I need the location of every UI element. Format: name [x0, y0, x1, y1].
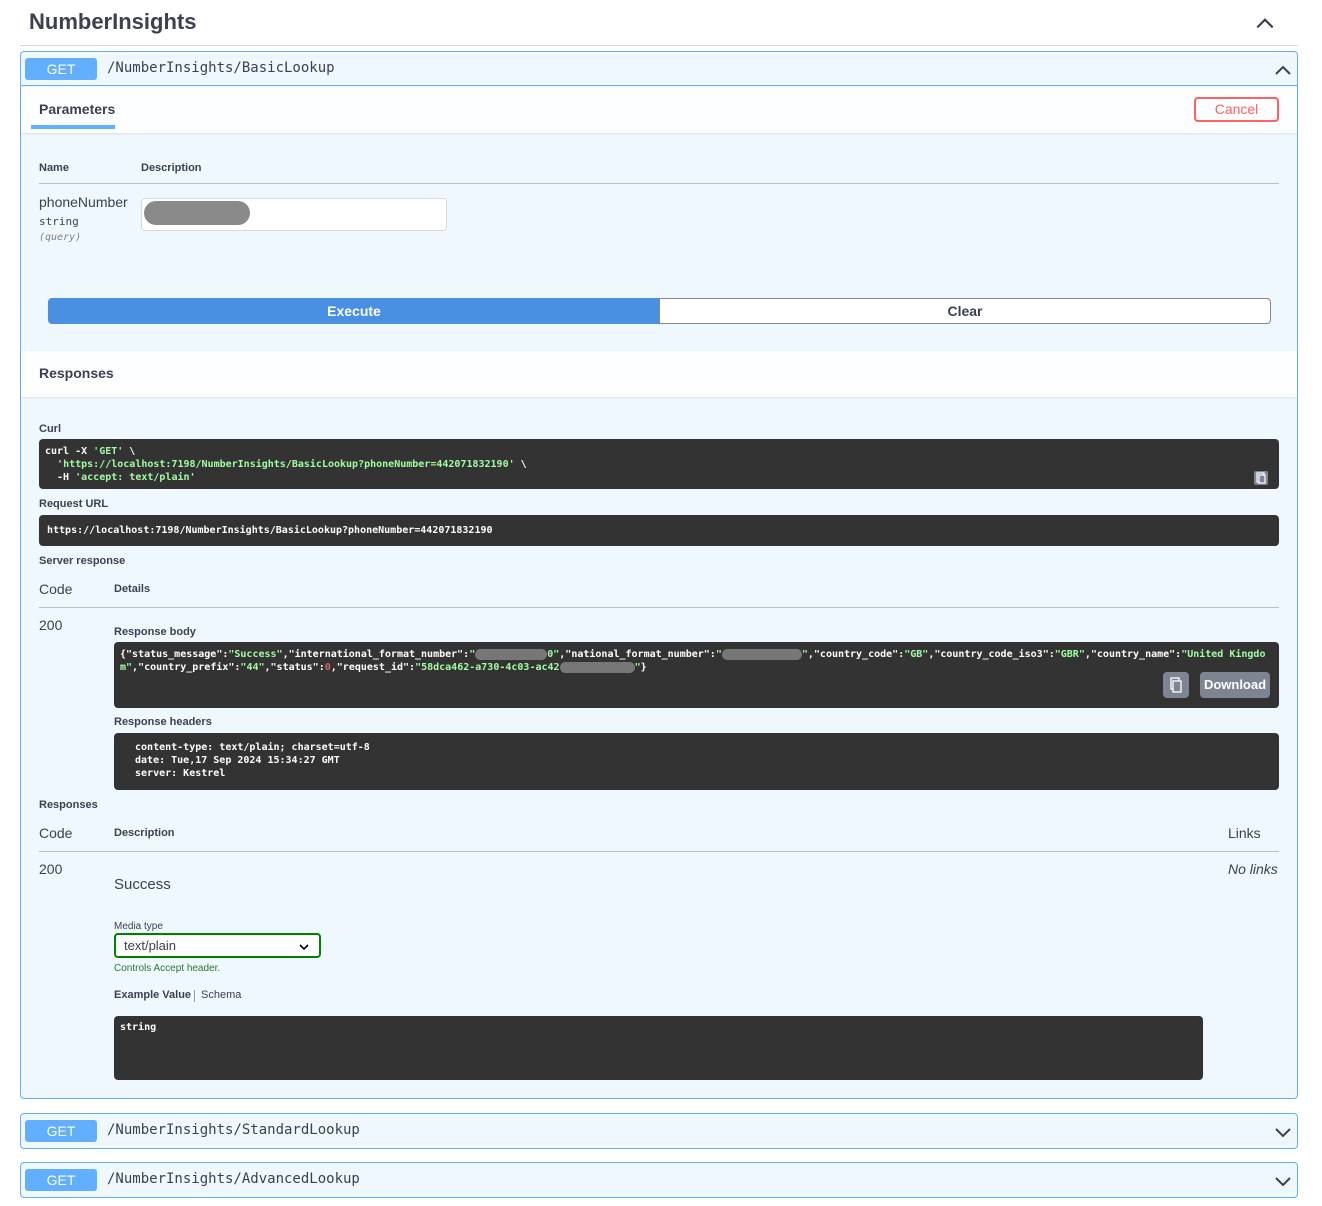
operation-path: /NumberInsights/AdvancedLookup	[107, 1171, 360, 1187]
tag-title: NumberInsights	[29, 9, 197, 34]
tab-separator	[194, 990, 195, 1002]
tab-parameters[interactable]: Parameters	[39, 101, 115, 117]
redacted-value	[144, 201, 250, 225]
no-links-text: No links	[1228, 861, 1278, 877]
opblock-summary[interactable]: GET /NumberInsights/BasicLookup	[21, 52, 1297, 86]
response-body-label: Response body	[114, 626, 196, 638]
execute-button[interactable]: Execute	[48, 298, 660, 324]
header-line: content-type: text/plain; charset=utf-8	[129, 742, 376, 753]
controls-accept-text: Controls Accept header.	[114, 963, 221, 974]
example-value-block: string	[114, 1016, 1203, 1080]
cancel-button[interactable]: Cancel	[1194, 97, 1279, 122]
method-badge: GET	[25, 1169, 97, 1191]
copy-icon	[1170, 677, 1182, 693]
tab-underline	[31, 125, 115, 129]
response-code: 200	[39, 861, 63, 877]
tag-header[interactable]: NumberInsights	[20, 0, 1298, 46]
operation-path: /NumberInsights/BasicLookup	[107, 60, 335, 76]
divider	[39, 183, 1279, 184]
opblock-advanced-lookup: GET /NumberInsights/AdvancedLookup	[20, 1162, 1298, 1198]
method-badge: GET	[25, 1120, 97, 1142]
request-url-block: https://localhost:7198/NumberInsights/Ba…	[39, 515, 1279, 546]
opblock-standard-lookup: GET /NumberInsights/StandardLookup	[20, 1113, 1298, 1149]
responses-title: Responses	[39, 365, 114, 381]
server-response-label: Server response	[39, 555, 126, 567]
responses-label: Responses	[39, 799, 98, 811]
curl-line-3: -H 'accept: text/plain'	[45, 472, 196, 483]
redacted-value	[475, 648, 548, 660]
media-type-label: Media type	[114, 921, 163, 932]
response-headers-block: content-type: text/plain; charset=utf-8 …	[114, 733, 1279, 790]
media-type-select[interactable]: text/plain	[114, 933, 321, 958]
parameters-header: Parameters Cancel	[21, 87, 1297, 133]
method-badge: GET	[25, 58, 97, 80]
curl-label: Curl	[39, 423, 61, 435]
chevron-down-icon	[299, 944, 309, 951]
curl-line-2: 'https://localhost:7198/NumberInsights/B…	[57, 459, 527, 470]
param-name: phoneNumber	[39, 194, 128, 210]
divider	[39, 851, 1279, 852]
response-description: Success	[114, 876, 171, 893]
response-status-code: 200	[39, 617, 63, 633]
tab-schema[interactable]: Schema	[201, 989, 241, 1001]
col-links-header: Links	[1228, 825, 1261, 841]
opblock-summary[interactable]: GET /NumberInsights/StandardLookup	[21, 1114, 1297, 1148]
chevron-down-icon[interactable]	[1273, 1171, 1293, 1191]
chevron-up-icon[interactable]	[1273, 60, 1293, 80]
operation-path: /NumberInsights/StandardLookup	[107, 1122, 360, 1138]
phone-number-input[interactable]	[141, 198, 447, 231]
response-body-block: {"status_message":"Success","internation…	[114, 642, 1279, 708]
response-headers-label: Response headers	[114, 716, 212, 728]
chevron-down-icon[interactable]	[1273, 1122, 1293, 1142]
opblock-summary[interactable]: GET /NumberInsights/AdvancedLookup	[21, 1163, 1297, 1197]
divider	[39, 607, 1279, 608]
tab-example-value[interactable]: Example Value	[114, 989, 191, 1001]
col-code-header: Code	[39, 825, 73, 841]
curl-code-block: curl -X 'GET' \ 'https://localhost:7198/…	[39, 439, 1279, 489]
col-description-header: Description	[141, 162, 202, 174]
param-location: (query)	[39, 232, 82, 243]
clear-button[interactable]: Clear	[659, 298, 1271, 324]
download-button[interactable]: Download	[1200, 672, 1270, 698]
media-type-value: text/plain	[124, 938, 177, 953]
request-url-label: Request URL	[39, 498, 109, 510]
redacted-value	[559, 661, 635, 673]
col-description-header: Description	[114, 827, 175, 839]
header-line: server: Kestrel	[129, 768, 232, 779]
col-name-header: Name	[39, 162, 69, 174]
copy-icon[interactable]	[1253, 470, 1269, 486]
redacted-value	[721, 648, 802, 660]
param-type: string	[39, 215, 79, 228]
chevron-up-icon[interactable]	[1254, 12, 1276, 34]
col-details-header: Details	[114, 583, 151, 595]
col-code-header: Code	[39, 581, 73, 597]
responses-header: Responses	[21, 351, 1297, 397]
copy-button[interactable]	[1163, 672, 1189, 698]
opblock-basic-lookup: GET /NumberInsights/BasicLookup Paramete…	[20, 51, 1298, 1099]
curl-line-1: curl -X 'GET' \	[45, 446, 136, 457]
header-line: date: Tue,17 Sep 2024 15:34:27 GMT	[129, 755, 346, 766]
